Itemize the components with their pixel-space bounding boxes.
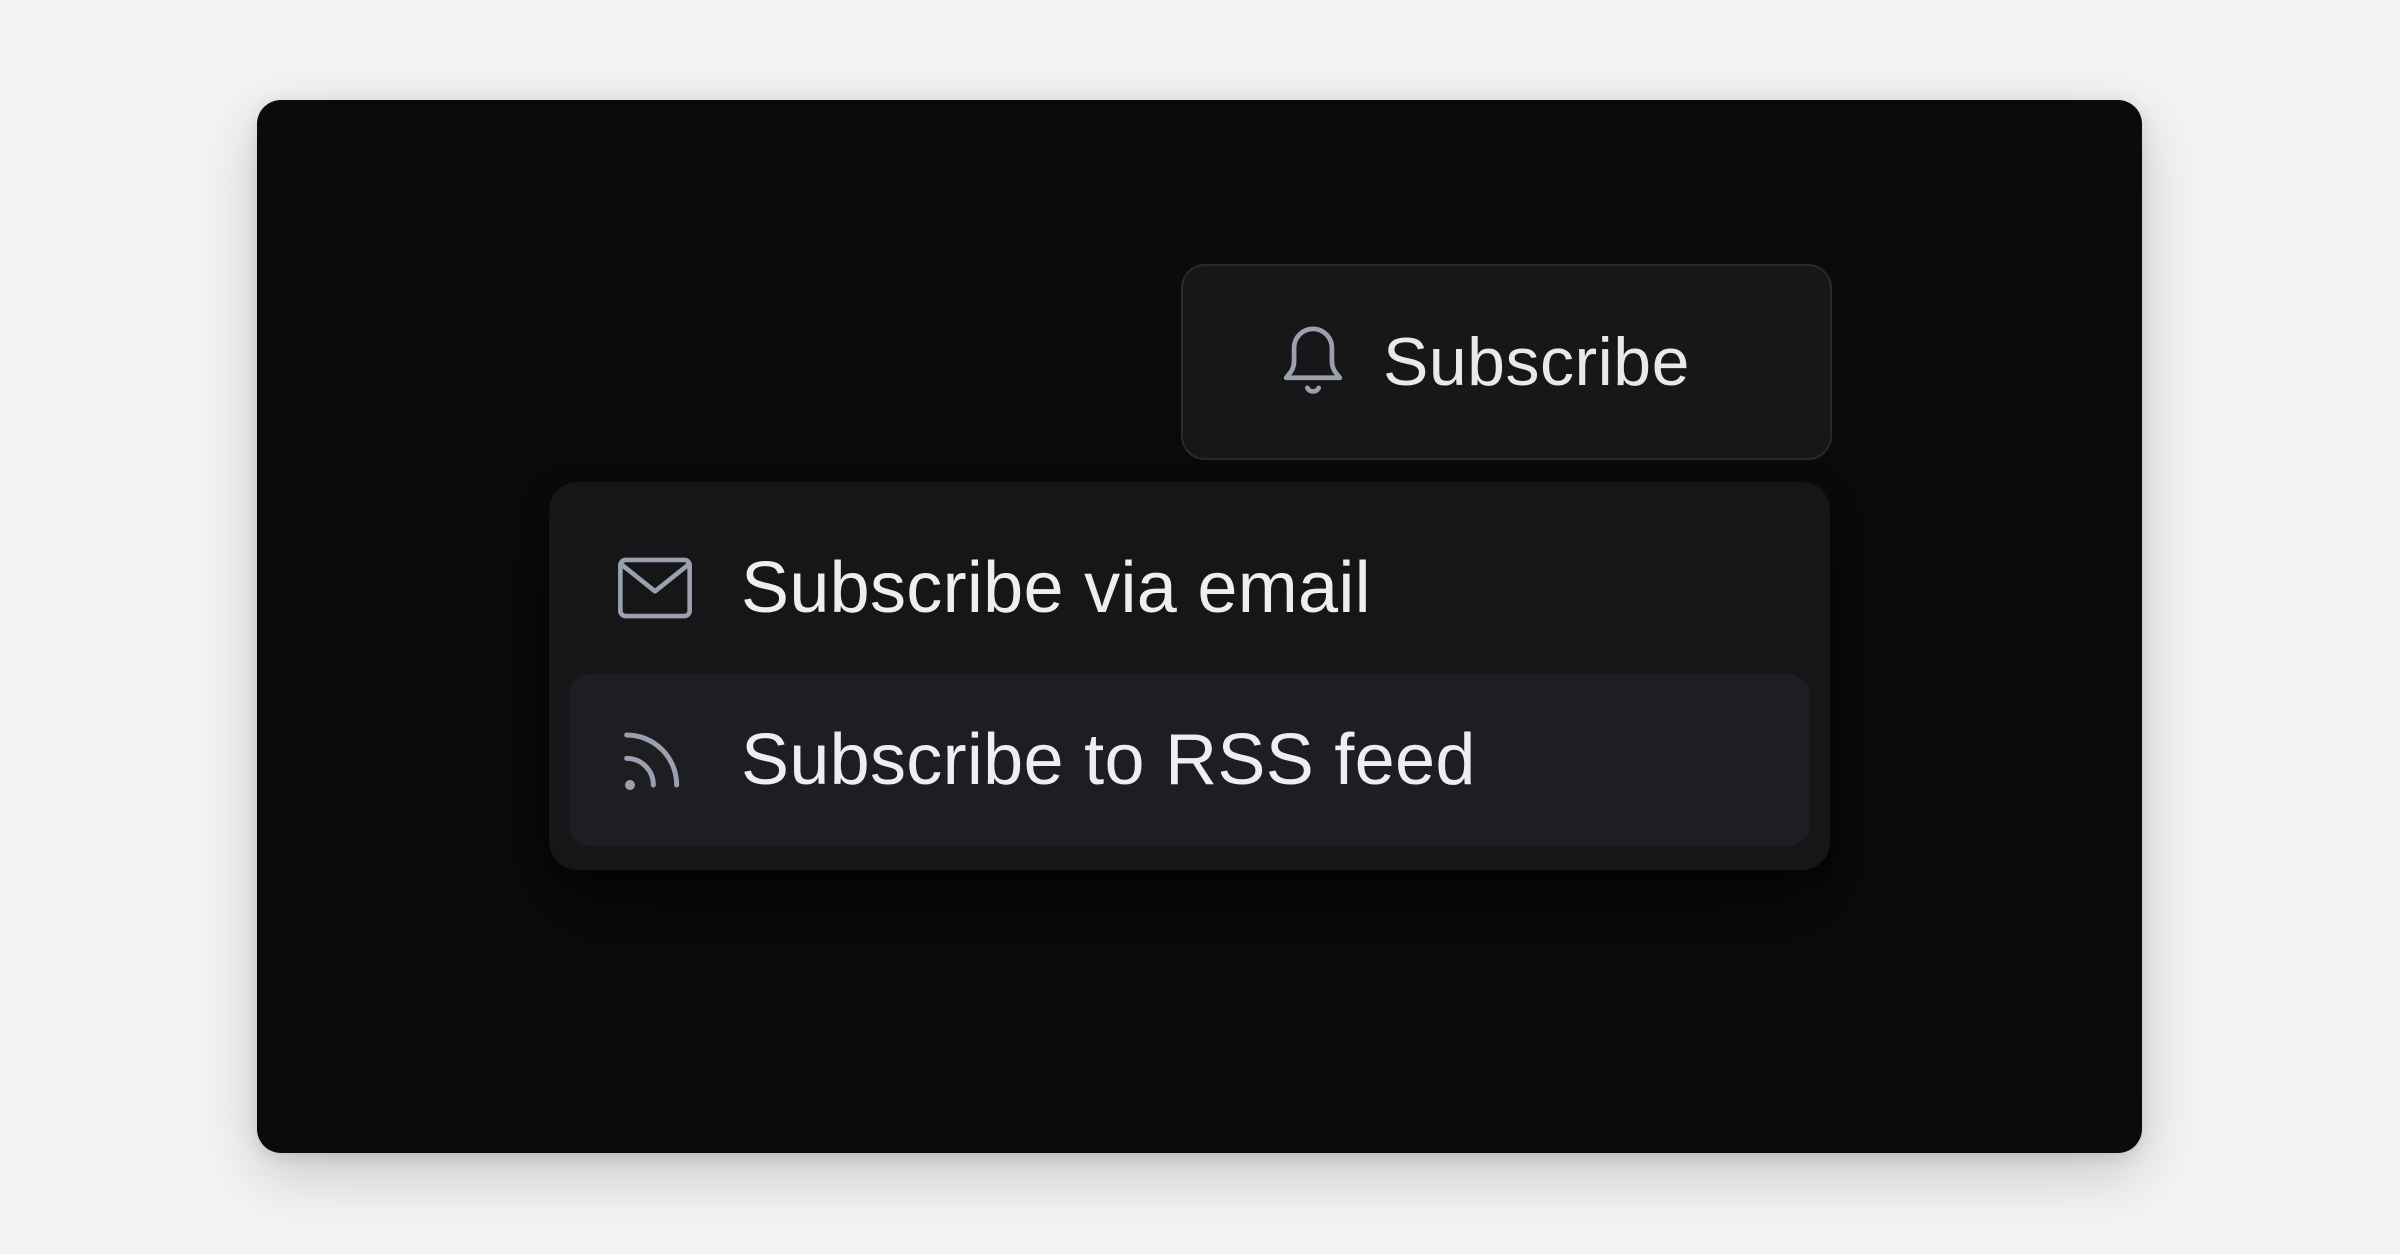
subscribe-dropdown-menu: Subscribe via email Subscribe to RSS fee… [549, 482, 1830, 870]
bell-icon [1275, 321, 1351, 403]
menu-item-label: Subscribe to RSS feed [741, 720, 1476, 800]
subscribe-button[interactable]: Subscribe [1181, 264, 1832, 460]
menu-item-rss[interactable]: Subscribe to RSS feed [569, 674, 1810, 846]
menu-item-label: Subscribe via email [741, 548, 1371, 628]
rss-icon [615, 720, 695, 800]
menu-item-email[interactable]: Subscribe via email [569, 502, 1810, 674]
envelope-icon [615, 548, 695, 628]
preview-canvas: Subscribe Subscribe via email Subscribe … [257, 100, 2142, 1153]
subscribe-button-label: Subscribe [1383, 324, 1690, 400]
